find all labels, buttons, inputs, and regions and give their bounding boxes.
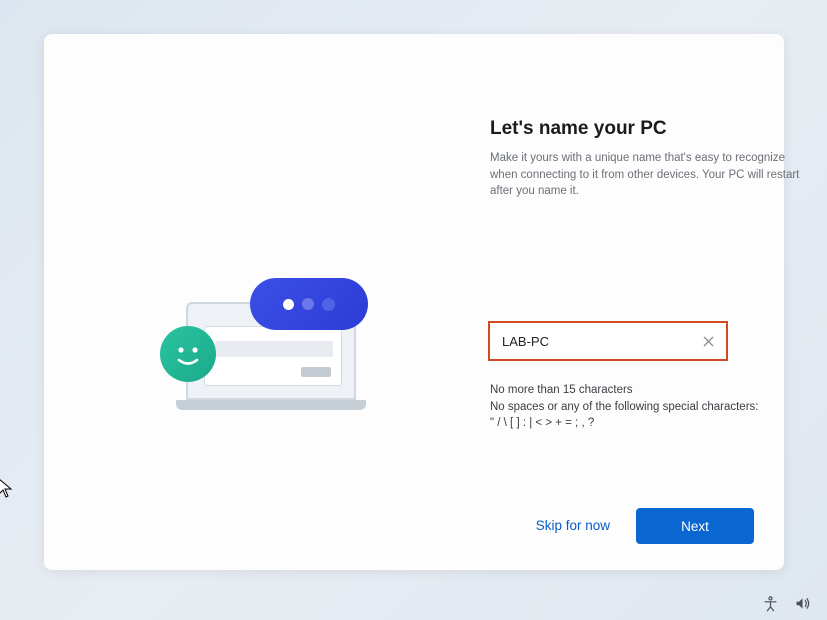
rule-chars-list: " / \ [ ] : | < > + = ; , ? [490, 415, 790, 432]
page-subtitle: Make it yours with a unique name that's … [490, 150, 805, 200]
rule-no-special: No spaces or any of the following specia… [490, 399, 790, 416]
pc-name-field-wrap[interactable] [488, 321, 728, 361]
rule-max-chars: No more than 15 characters [490, 382, 790, 399]
content-area: Let's name your PC Make it yours with a … [490, 118, 805, 200]
smiley-face-icon [160, 326, 216, 382]
system-tray [761, 594, 811, 612]
page-title: Let's name your PC [490, 118, 805, 140]
skip-button[interactable]: Skip for now [522, 508, 624, 542]
volume-icon[interactable] [793, 594, 811, 612]
clear-input-button[interactable] [698, 331, 718, 351]
chat-bubble-icon [250, 278, 368, 330]
laptop-window [204, 326, 342, 386]
hero-illustration [154, 274, 384, 424]
accessibility-icon[interactable] [761, 594, 779, 612]
input-rules: No more than 15 characters No spaces or … [490, 382, 790, 432]
next-button[interactable]: Next [636, 508, 754, 544]
mouse-cursor-icon [0, 478, 14, 500]
pc-name-input[interactable] [502, 323, 698, 359]
setup-panel: Let's name your PC Make it yours with a … [44, 34, 784, 570]
